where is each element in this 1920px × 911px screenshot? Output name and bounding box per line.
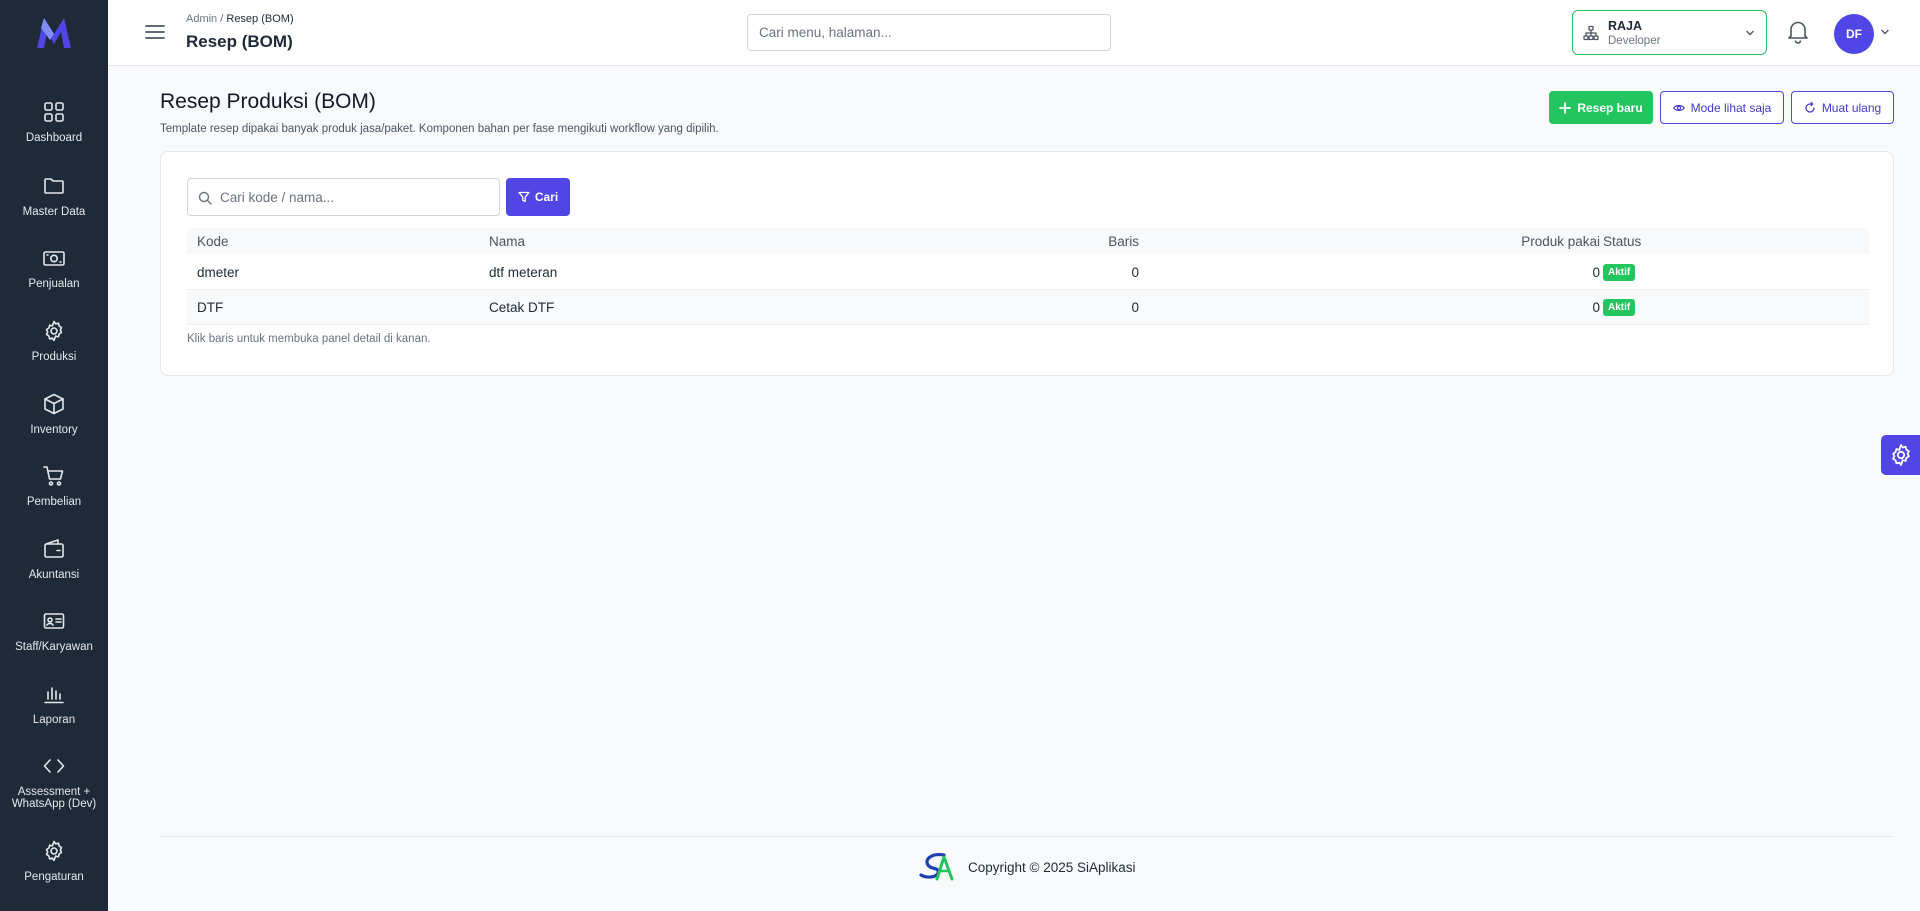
cart-icon: [43, 466, 64, 486]
search-button[interactable]: Cari: [506, 178, 570, 216]
table-header: Kode Nama Baris Produk pakai Status: [187, 228, 1869, 254]
sidebar-item-label: Penjualan: [28, 278, 80, 290]
table-search-box[interactable]: [187, 178, 500, 216]
sidebar-item-label: Produksi: [31, 351, 77, 363]
table-row[interactable]: dmeter dtf meteran 0 0 Aktif: [187, 255, 1869, 290]
status-cell: Aktif: [1603, 290, 1636, 324]
column-header-status[interactable]: Status: [1603, 228, 1641, 254]
table-hint: Klik baris untuk membuka panel detail di…: [187, 333, 431, 345]
column-header-produk-pakai[interactable]: Produk pakai: [1147, 228, 1600, 254]
sidebar-item-label: Dashboard: [25, 132, 83, 144]
search-button-label: Cari: [534, 190, 559, 204]
global-search-input[interactable]: [747, 14, 1111, 51]
branch-selector[interactable]: RAJA Developer: [1572, 10, 1767, 55]
breadcrumb-root[interactable]: Admin: [186, 13, 217, 25]
bell-icon[interactable]: [1785, 18, 1811, 44]
top-header: Admin / Resep (BOM) Resep (BOM) RAJA Dev…: [108, 0, 1920, 66]
cell-kode: DTF: [197, 299, 224, 315]
bar-chart-icon: [44, 687, 64, 704]
sitemap-icon: [1583, 25, 1599, 41]
plus-icon: [1559, 101, 1572, 114]
chevron-down-icon: [1746, 30, 1754, 36]
gear-icon: [45, 840, 63, 862]
gear-icon: [45, 320, 63, 342]
sidebar-item-akuntansi[interactable]: Akuntansi: [0, 537, 108, 601]
sidebar-item-label: Master Data: [22, 206, 86, 218]
app-logo[interactable]: [34, 14, 74, 52]
grid-icon: [44, 102, 64, 122]
sidebar-item-pengaturan[interactable]: Pengaturan: [0, 839, 108, 903]
gear-icon: [1891, 444, 1910, 466]
sidebar-item-label: Pembelian: [26, 496, 82, 508]
footer-divider: [160, 836, 1894, 837]
wallet-icon: [44, 539, 64, 558]
hamburger-menu-icon[interactable]: [144, 21, 166, 43]
sidebar-item-master-data[interactable]: Master Data: [0, 174, 108, 238]
breadcrumb-separator: /: [220, 13, 224, 25]
search-icon: [198, 191, 212, 205]
reload-button[interactable]: Muat ulang: [1791, 91, 1894, 124]
page-subtitle: Template resep dipakai banyak produk jas…: [160, 123, 719, 135]
view-only-label: Mode lihat saja: [1690, 100, 1772, 115]
new-recipe-label: Resep baru: [1577, 100, 1643, 115]
view-only-mode-button[interactable]: Mode lihat saja: [1660, 91, 1784, 124]
sidebar-item-label: Assessment + WhatsApp (Dev): [11, 786, 97, 810]
sidebar-item-label: Staff/Karyawan: [15, 641, 93, 653]
breadcrumb-current: Resep (BOM): [226, 13, 294, 25]
status-cell: Aktif: [1603, 255, 1636, 289]
cell-baris: 0: [1131, 299, 1139, 315]
footer-copyright: Copyright © 2025 SiAplikasi: [968, 860, 1136, 875]
status-badge: Aktif: [1603, 263, 1636, 281]
box-icon: [44, 393, 64, 415]
sidebar-item-label: Pengaturan: [24, 871, 84, 883]
floating-settings-button[interactable]: [1881, 435, 1920, 475]
cell-kode: dmeter: [197, 264, 240, 280]
avatar[interactable]: DF: [1834, 14, 1874, 54]
new-recipe-button[interactable]: Resep baru: [1549, 91, 1653, 124]
cell-produk-pakai: 0: [1592, 264, 1600, 280]
sidebar-item-produksi[interactable]: Produksi: [0, 319, 108, 383]
cell-produk-pakai: 0: [1592, 299, 1600, 315]
footer-logo: [919, 853, 954, 881]
table-search-input[interactable]: [220, 179, 498, 215]
column-header-baris[interactable]: Baris: [787, 228, 1139, 254]
header-title: Resep (BOM): [186, 32, 293, 51]
sidebar-item-label: Akuntansi: [28, 569, 80, 581]
status-badge: Aktif: [1603, 298, 1636, 316]
cell-nama: dtf meteran: [489, 264, 558, 280]
sidebar-item-laporan[interactable]: Laporan: [0, 682, 108, 746]
id-card-icon: [43, 613, 65, 629]
code-icon: [43, 759, 65, 773]
column-header-kode[interactable]: Kode: [197, 228, 229, 254]
branch-role: Developer: [1608, 35, 1661, 47]
cash-icon: [43, 251, 65, 266]
refresh-icon: [1805, 101, 1815, 113]
folder-icon: [44, 178, 64, 194]
cell-nama: Cetak DTF: [489, 299, 555, 315]
sidebar-item-pembelian[interactable]: Pembelian: [0, 464, 108, 528]
sidebar-item-inventory[interactable]: Inventory: [0, 392, 108, 456]
cell-baris: 0: [1131, 264, 1139, 280]
eye-icon: [1672, 104, 1685, 111]
sidebar-item-penjualan[interactable]: Penjualan: [0, 246, 108, 310]
sidebar-item-staff[interactable]: Staff/Karyawan: [0, 609, 108, 673]
chevron-down-icon[interactable]: [1880, 27, 1890, 37]
page-title: Resep Produksi (BOM): [160, 90, 376, 113]
branch-name: RAJA: [1608, 19, 1643, 33]
reload-label: Muat ulang: [1821, 100, 1882, 115]
filter-icon: [518, 191, 530, 203]
sidebar-item-label: Inventory: [30, 424, 78, 436]
recipe-list-card: Cari Kode Nama Baris Produk pakai Status…: [160, 151, 1894, 376]
table-row[interactable]: DTF Cetak DTF 0 0 Aktif: [187, 290, 1869, 325]
sidebar-item-assessment[interactable]: Assessment + WhatsApp (Dev): [0, 754, 108, 818]
sidebar-item-label: Laporan: [32, 714, 76, 726]
column-header-nama[interactable]: Nama: [489, 228, 525, 254]
breadcrumb: Admin / Resep (BOM): [186, 13, 294, 25]
sidebar: Dashboard Master Data Penjualan Produksi…: [0, 0, 108, 911]
sidebar-item-dashboard[interactable]: Dashboard: [0, 100, 108, 164]
